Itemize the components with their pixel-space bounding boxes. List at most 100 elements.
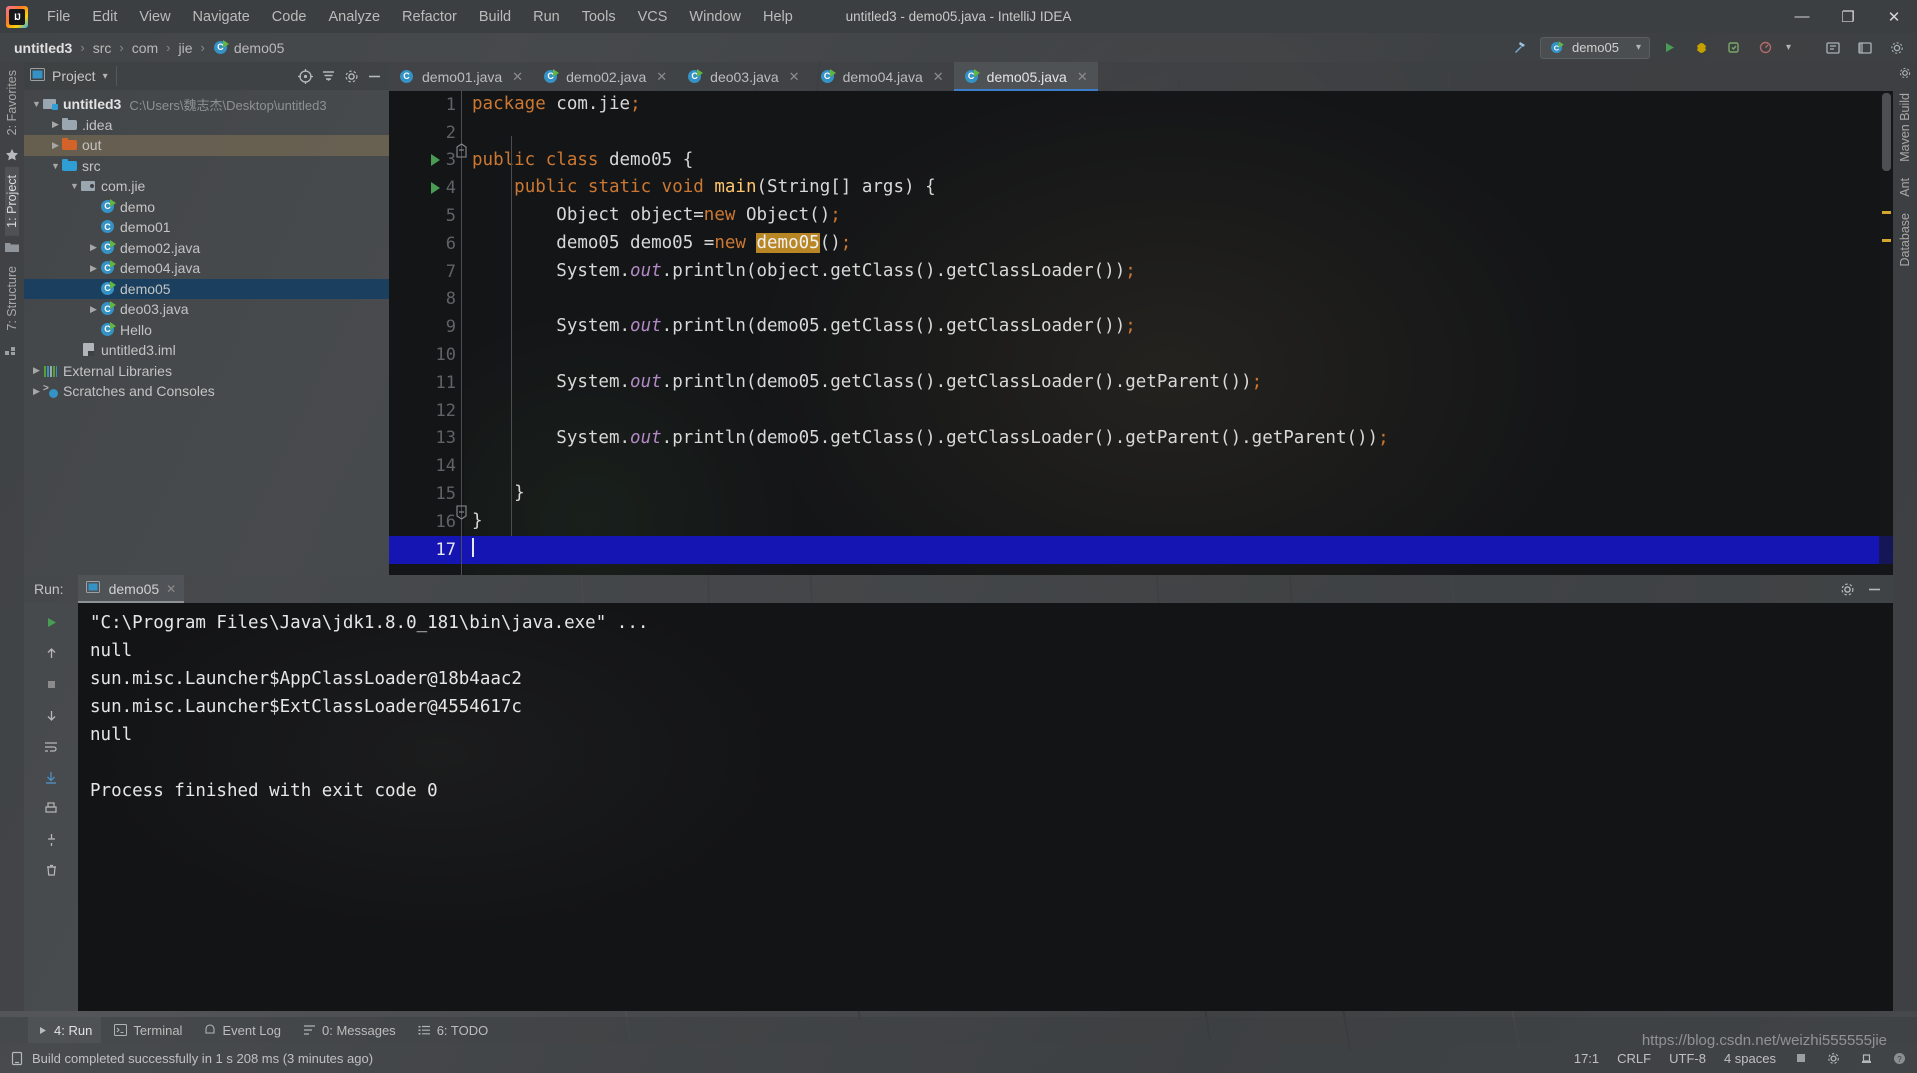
twisty-collapsed-icon[interactable]: ▶ <box>87 263 100 274</box>
profiler-chevron-icon[interactable]: ▾ <box>1786 42 1791 53</box>
status-help-icon[interactable]: ? <box>1892 1051 1907 1066</box>
project-panel-chevron-icon[interactable]: ▾ <box>103 71 108 82</box>
project-folder-icon[interactable] <box>5 241 19 253</box>
tree-node-untitled3-iml[interactable]: untitled3.iml <box>24 340 389 361</box>
run-panel-settings-gear-icon[interactable] <box>1839 581 1856 598</box>
hide-panel-icon[interactable] <box>366 68 383 85</box>
twisty-collapsed-icon[interactable]: ▶ <box>87 242 100 253</box>
run-gutter-icon[interactable] <box>431 154 440 167</box>
menu-navigate[interactable]: Navigate <box>182 5 261 29</box>
layout-toggle-icon[interactable] <box>1853 37 1877 59</box>
code-line[interactable] <box>464 452 1893 480</box>
error-stripe-marker[interactable] <box>1882 211 1891 214</box>
menu-code[interactable]: Code <box>261 5 318 29</box>
code-line[interactable]: System.out.println(demo05.getClass().get… <box>464 369 1893 397</box>
tool-window-maven[interactable]: Maven Build <box>1898 85 1912 170</box>
tree-node-com-jie[interactable]: ▼ com.jie <box>24 176 389 197</box>
scroll-to-end-button[interactable] <box>37 764 65 790</box>
bottom-tab-6-todo[interactable]: 6: TODO <box>409 1017 498 1043</box>
tool-window-structure[interactable]: 7: Structure <box>5 258 19 339</box>
editor-tab-deo03-java[interactable]: deo03.java ✕ <box>677 62 809 91</box>
tree-node-untitled3[interactable]: ▼ untitled3 C:\Users\魏志杰\Desktop\untitled3 <box>24 94 389 115</box>
run-console[interactable]: "C:\Program Files\Java\jdk1.8.0_181\bin\… <box>78 603 1893 1011</box>
rerun-button[interactable] <box>37 609 65 635</box>
code-line[interactable]: } <box>464 508 1893 536</box>
code-line[interactable]: public class demo05 { <box>464 147 1893 175</box>
bottom-tab-4-run[interactable]: 4: Run <box>28 1017 102 1043</box>
menu-tools[interactable]: Tools <box>571 5 627 29</box>
line-number[interactable]: 15 <box>389 480 464 508</box>
line-number[interactable]: 5 <box>389 202 464 230</box>
twisty-collapsed-icon[interactable]: ▶ <box>49 140 62 151</box>
menu-analyze[interactable]: Analyze <box>317 5 391 29</box>
window-controls[interactable]: — ❐ ✕ <box>1779 0 1917 33</box>
tree-node-hello[interactable]: Hello <box>24 320 389 341</box>
code-editor[interactable]: 1 2 3 4 5 6 7 8 9 10 11 12 13 14 15 16 17 package com.ji… <box>389 91 1893 575</box>
code-line[interactable] <box>464 119 1893 147</box>
menu-help[interactable]: Help <box>752 5 804 29</box>
twisty-expanded-icon[interactable]: ▼ <box>49 161 62 171</box>
bottom-tab-0-messages[interactable]: 0: Messages <box>294 1017 405 1043</box>
run-gutter-icon[interactable] <box>431 182 440 195</box>
editor-tab-close-icon[interactable]: ✕ <box>1077 69 1088 85</box>
menu-window[interactable]: Window <box>678 5 752 29</box>
debug-button[interactable] <box>1690 37 1714 59</box>
line-number[interactable]: 9 <box>389 313 464 341</box>
twisty-collapsed-icon[interactable]: ▶ <box>49 119 62 130</box>
menu-run[interactable]: Run <box>522 5 571 29</box>
panel-settings-gear-icon[interactable] <box>343 68 360 85</box>
tree-node-demo01[interactable]: demo01 <box>24 217 389 238</box>
indent-setting[interactable]: 4 spaces <box>1724 1051 1776 1066</box>
caret-position[interactable]: 17:1 <box>1574 1051 1599 1066</box>
editor-tab-close-icon[interactable]: ✕ <box>656 69 667 85</box>
profiler-button[interactable] <box>1754 37 1778 59</box>
build-hammer-icon[interactable] <box>1508 37 1532 59</box>
breadcrumb-src[interactable]: src <box>89 38 116 58</box>
twisty-expanded-icon[interactable]: ▼ <box>30 99 43 109</box>
breadcrumb[interactable]: untitled3 › src › com › jie › demo05 <box>0 38 288 58</box>
favorites-star-icon[interactable] <box>5 148 19 162</box>
structure-icon[interactable] <box>5 344 19 356</box>
editor-tab-close-icon[interactable]: ✕ <box>512 69 523 85</box>
editor-gutter[interactable]: 1 2 3 4 5 6 7 8 9 10 11 12 13 14 15 16 17 <box>389 91 464 575</box>
print-button[interactable] <box>37 795 65 821</box>
file-encoding[interactable]: UTF-8 <box>1669 1051 1706 1066</box>
twisty-collapsed-icon[interactable]: ▶ <box>87 304 100 315</box>
bottom-tab-terminal[interactable]: Terminal <box>105 1017 191 1043</box>
editor-tab-demo04-java[interactable]: demo04.java ✕ <box>810 62 954 91</box>
menu-bar[interactable]: File Edit View Navigate Code Analyze Ref… <box>36 0 804 33</box>
code-line[interactable]: System.out.println(demo05.getClass().get… <box>464 313 1893 341</box>
search-everywhere-icon[interactable] <box>1821 37 1845 59</box>
tree-node-src[interactable]: ▼ src <box>24 156 389 177</box>
bottom-tab-event-log[interactable]: Event Log <box>195 1017 290 1043</box>
project-tree[interactable]: ▼ untitled3 C:\Users\魏志杰\Desktop\untitled3… <box>24 90 389 402</box>
code-line[interactable]: package com.jie; <box>464 91 1893 119</box>
editor-tab-close-icon[interactable]: ✕ <box>789 69 800 85</box>
menu-edit[interactable]: Edit <box>81 5 128 29</box>
maximize-button[interactable]: ❐ <box>1825 0 1871 33</box>
run-tab-demo05[interactable]: demo05 ✕ <box>77 575 185 603</box>
settings-gear-icon[interactable] <box>1885 37 1909 59</box>
line-number[interactable]: 1 <box>389 91 464 119</box>
code-line[interactable] <box>464 535 1893 564</box>
down-stacktrace-button[interactable] <box>37 702 65 728</box>
editor-tab-close-icon[interactable]: ✕ <box>933 69 944 85</box>
tool-window-ant[interactable]: Ant <box>1898 170 1912 205</box>
line-number[interactable]: 13 <box>389 425 464 453</box>
tool-window-favorites[interactable]: 2: Favorites <box>5 62 19 143</box>
tree-node-demo[interactable]: demo <box>24 197 389 218</box>
line-number[interactable]: 12 <box>389 397 464 425</box>
collapse-all-icon[interactable] <box>320 68 337 85</box>
code-content[interactable]: package com.jie; public class demo05 { p… <box>464 91 1893 575</box>
tree-node-deo03-java[interactable]: ▶ deo03.java <box>24 299 389 320</box>
editor-tab-demo01-java[interactable]: demo01.java ✕ <box>389 62 533 91</box>
tree-node-out[interactable]: ▶ out <box>24 135 389 156</box>
line-number[interactable]: 3 <box>389 147 464 175</box>
line-separator[interactable]: CRLF <box>1617 1051 1651 1066</box>
code-line[interactable]: } <box>464 480 1893 508</box>
minimize-button[interactable]: — <box>1779 0 1825 33</box>
menu-refactor[interactable]: Refactor <box>391 5 468 29</box>
line-number[interactable]: 6 <box>389 230 464 258</box>
menu-build[interactable]: Build <box>468 5 522 29</box>
menu-view[interactable]: View <box>128 5 181 29</box>
